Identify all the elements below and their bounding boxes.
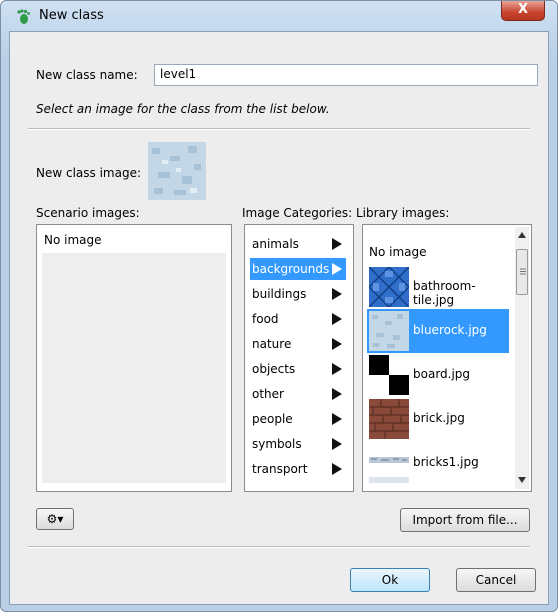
submenu-arrow-icon xyxy=(332,263,342,275)
category-label: buildings xyxy=(252,287,307,301)
library-item-bricks1[interactable]: bricks1.jpg xyxy=(367,441,509,485)
library-item-brick[interactable]: brick.jpg xyxy=(367,397,509,441)
submenu-arrow-icon xyxy=(332,238,342,250)
dialog-window: New class X New class name: level1 Selec… xyxy=(0,0,558,612)
scroll-up-arrow-icon[interactable] xyxy=(518,232,526,238)
brick-thumbnail xyxy=(369,399,409,439)
library-item-label: brick.jpg xyxy=(413,411,465,425)
library-item-label: bricks1.jpg xyxy=(413,455,479,469)
category-backgrounds[interactable]: backgrounds xyxy=(250,258,346,280)
library-images-label: Library images: xyxy=(356,206,450,220)
submenu-arrow-icon xyxy=(332,338,342,350)
class-name-label: New class name: xyxy=(36,68,138,82)
import-from-file-button[interactable]: Import from file... xyxy=(400,508,530,532)
category-label: transport xyxy=(252,462,308,476)
category-nature[interactable]: nature xyxy=(250,333,346,355)
category-label: backgrounds xyxy=(252,262,330,276)
close-button[interactable]: X xyxy=(501,1,545,21)
library-no-image-item[interactable]: No image xyxy=(369,245,427,259)
gear-menu-button[interactable]: ⚙▾ xyxy=(36,508,74,530)
category-label: objects xyxy=(252,362,296,376)
category-label: people xyxy=(252,412,293,426)
bathroom-tile-thumbnail xyxy=(369,267,409,307)
bricks1-thumbnail xyxy=(369,457,409,483)
category-label: other xyxy=(252,387,284,401)
ok-button[interactable]: Ok xyxy=(350,568,430,592)
scenario-list-empty-area xyxy=(42,253,226,483)
category-other[interactable]: other xyxy=(250,383,346,405)
board-thumbnail xyxy=(369,355,409,395)
image-categories-list[interactable]: animals backgrounds buildings food natur… xyxy=(244,224,354,492)
category-label: nature xyxy=(252,337,292,351)
category-people[interactable]: people xyxy=(250,408,346,430)
library-item-bluerock[interactable]: bluerock.jpg xyxy=(367,309,509,353)
submenu-arrow-icon xyxy=(332,388,342,400)
greenfoot-foot-icon xyxy=(17,9,30,24)
bluerock-thumbnail xyxy=(369,311,409,351)
class-image-preview xyxy=(148,142,206,200)
grip-icon xyxy=(520,268,526,275)
class-image-label: New class image: xyxy=(36,166,142,180)
submenu-arrow-icon xyxy=(332,413,342,425)
category-label: food xyxy=(252,312,279,326)
library-item-label: board.jpg xyxy=(413,367,471,381)
category-symbols[interactable]: symbols xyxy=(250,433,346,455)
submenu-arrow-icon xyxy=(332,288,342,300)
scroll-down-arrow-icon[interactable] xyxy=(518,477,526,483)
category-transport[interactable]: transport xyxy=(250,458,346,480)
top-separator xyxy=(28,128,530,130)
category-label: symbols xyxy=(252,437,302,451)
submenu-arrow-icon xyxy=(332,313,342,325)
scenario-images-label: Scenario images: xyxy=(36,206,140,220)
category-buildings[interactable]: buildings xyxy=(250,283,346,305)
cancel-button[interactable]: Cancel xyxy=(456,568,536,592)
library-item-bathroom-tile[interactable]: bathroom-tile.jpg xyxy=(367,265,509,309)
scrollbar-thumb[interactable] xyxy=(516,249,528,295)
image-categories-label: Image Categories: xyxy=(242,206,353,220)
scenario-no-image-item[interactable]: No image xyxy=(44,233,102,247)
submenu-arrow-icon xyxy=(332,363,342,375)
category-objects[interactable]: objects xyxy=(250,358,346,380)
dialog-content: New class name: level1 Select an image f… xyxy=(9,31,549,605)
category-label: animals xyxy=(252,237,299,251)
library-item-label: bluerock.jpg xyxy=(413,323,487,337)
submenu-arrow-icon xyxy=(332,463,342,475)
library-item-label: bathroom-tile.jpg xyxy=(413,279,476,307)
library-scrollbar[interactable] xyxy=(515,227,529,489)
title-bar[interactable]: New class X xyxy=(1,1,557,31)
submenu-arrow-icon xyxy=(332,438,342,450)
scenario-images-list[interactable]: No image xyxy=(36,224,232,492)
instruction-text: Select an image for the class from the l… xyxy=(36,102,330,116)
category-animals[interactable]: animals xyxy=(250,233,346,255)
class-name-input[interactable]: level1 xyxy=(154,64,538,86)
library-images-list[interactable]: No image bathroom-tile.jpg bluerock.jpg xyxy=(362,224,532,492)
window-title: New class xyxy=(39,8,104,23)
category-food[interactable]: food xyxy=(250,308,346,330)
library-item-board[interactable]: board.jpg xyxy=(367,353,509,397)
bottom-separator xyxy=(28,546,530,548)
